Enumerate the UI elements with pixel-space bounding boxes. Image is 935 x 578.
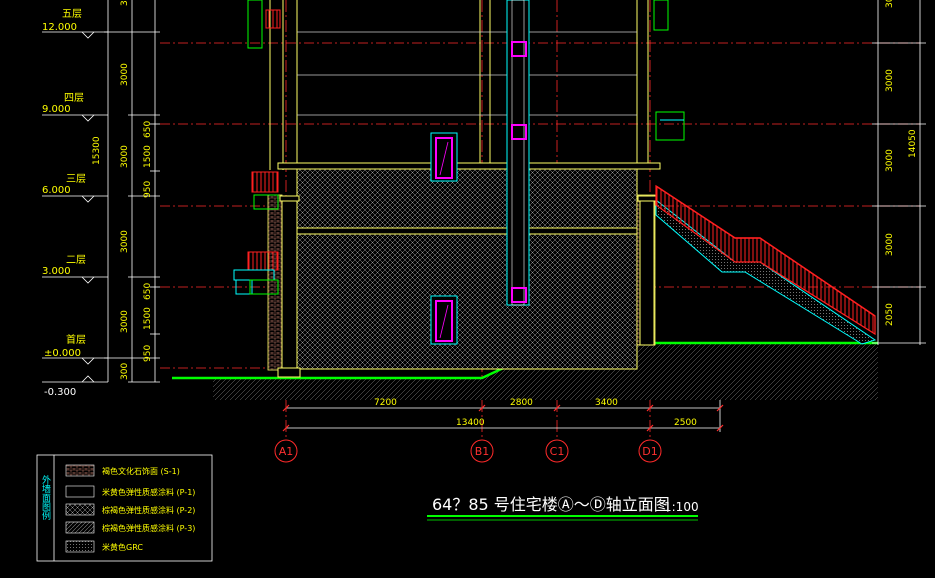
legend-item-label: 褐色文化石饰面 (S-1) — [102, 466, 180, 476]
level-name: 三层 — [66, 173, 86, 185]
left-dimension-chain: 15300 3000 3000 650 1500 950 3000 650 15… — [92, 0, 160, 383]
level-name: 五层 — [62, 8, 82, 20]
dimension-segment: 3000 — [885, 233, 895, 256]
legend-item-label: 棕褐色弹性质感涂料 (P-2) — [102, 505, 195, 515]
dimension-total: 15300 — [92, 136, 102, 165]
dimension-segment: 3000 — [120, 0, 130, 6]
dimension-segment: 950 — [143, 181, 153, 198]
grid-axis-bubbles: A1 B1 C1 D1 — [274, 439, 662, 463]
dimension-segment: 3000 — [120, 310, 130, 333]
dimension-segment: 650 — [143, 121, 153, 138]
dimension-segment: 1500 — [143, 307, 153, 330]
dimension-segment: 2800 — [510, 398, 533, 408]
level-elevation: 6.000 — [42, 185, 71, 196]
level-name: 四层 — [64, 92, 84, 104]
grid-label: C1 — [550, 445, 565, 458]
grid-bubble: B1 — [470, 439, 494, 463]
external-stair — [655, 184, 877, 345]
dimension-segment: 650 — [143, 283, 153, 300]
legend-item-label: 米黄色弹性质感涂料 (P-1) — [102, 487, 195, 497]
grid-bubble: D1 — [638, 439, 662, 463]
building-facade — [233, 0, 685, 378]
bottom-dimension-chain: 7200 2800 3400 2500 13400 — [282, 398, 724, 432]
dimension-segment: 3000 — [120, 230, 130, 253]
dimension-segment: 1500 — [143, 145, 153, 168]
level-elevation: 9.000 — [42, 104, 71, 115]
balcony-right — [653, 0, 685, 141]
dimension-segment: 3000 — [885, 0, 895, 8]
dimension-segment: 2500 — [674, 418, 697, 428]
ground-marker: -0.300 — [42, 375, 108, 398]
dimension-segment: 3000 — [885, 69, 895, 92]
dimension-total: 14050 — [908, 129, 918, 158]
level-marker: 三层 6.000 — [42, 173, 108, 203]
dimension-total: 13400 — [456, 418, 485, 428]
dimension-segment: 3400 — [595, 398, 618, 408]
material-legend: 外墙面图例 褐色文化石饰面 (S-1) 米黄色弹性质感涂料 (P-1) 棕褐色弹… — [36, 454, 213, 562]
level-marker: 首层 ±0.000 — [42, 333, 108, 365]
drawing-scale: 1:100 — [664, 500, 699, 514]
legend-item-label: 棕褐色弹性质感涂料 (P-3) — [102, 523, 195, 533]
level-marker: 四层 9.000 — [42, 92, 108, 122]
dimension-segment: 7200 — [374, 398, 397, 408]
level-elevation: 12.000 — [42, 22, 77, 33]
level-markers-left: 五层 12.000 四层 9.000 三层 6.000 二层 3.000 首层 … — [42, 8, 108, 398]
dimension-segment: 950 — [143, 345, 153, 362]
level-marker: 五层 12.000 — [42, 8, 108, 39]
drawing-title: 64？85 号住宅楼Ⓐ～Ⓓ轴立面图 — [432, 495, 670, 514]
window — [430, 295, 458, 345]
right-dimension-chain: 3000 3000 3000 3000 2050 14050 — [872, 0, 926, 345]
dimension-segment: 300 — [120, 363, 130, 380]
legend-title: 外墙面图例 — [40, 474, 51, 521]
grid-bubble: C1 — [545, 439, 569, 463]
grid-label: B1 — [475, 445, 490, 458]
level-name: 首层 — [66, 333, 86, 346]
level-elevation: ±0.000 — [44, 348, 81, 359]
dimension-segment: 3000 — [885, 149, 895, 172]
ground-elevation: -0.300 — [44, 387, 76, 398]
dimension-segment: 3000 — [120, 145, 130, 168]
legend-item-label: 米黄色GRC — [102, 542, 143, 552]
level-marker: 二层 3.000 — [42, 254, 108, 284]
grid-bubble: A1 — [274, 439, 298, 463]
dimension-segment: 3000 — [120, 63, 130, 86]
elevation-drawing: 五层 12.000 四层 9.000 三层 6.000 二层 3.000 首层 … — [36, 0, 926, 562]
grid-label: D1 — [642, 445, 657, 458]
window — [430, 132, 458, 182]
drawing-title-block: 64？85 号住宅楼Ⓐ～Ⓓ轴立面图 1:100 — [427, 495, 699, 521]
level-name: 二层 — [66, 254, 86, 266]
dimension-segment: 2050 — [885, 303, 895, 326]
level-elevation: 3.000 — [42, 266, 71, 277]
grid-label: A1 — [279, 445, 294, 458]
